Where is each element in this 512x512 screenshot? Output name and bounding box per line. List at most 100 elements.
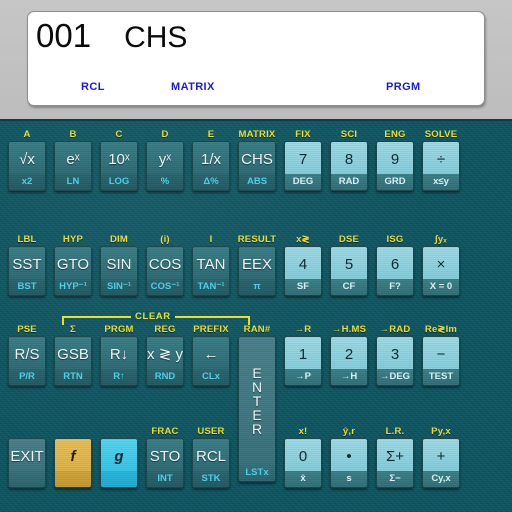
- key-face-exit: EXIT: [9, 439, 45, 473]
- key-face-run-stop: R/S: [9, 337, 45, 371]
- key-enter[interactable]: E N T E R LSTx: [238, 336, 276, 482]
- key-ten-to-x[interactable]: 10ˣ LOG: [100, 141, 138, 191]
- key-top-label-divide: SOLVE: [424, 129, 458, 140]
- display-operation: CHS: [124, 21, 188, 54]
- key-chs[interactable]: CHS ABS: [238, 141, 276, 191]
- key-x-exchange-y[interactable]: x ≷ y RND: [146, 336, 184, 386]
- key-face-sin: SIN: [101, 247, 137, 281]
- key-face-two: 2: [331, 337, 367, 371]
- key-seven[interactable]: 7 DEG: [284, 141, 322, 191]
- key-four[interactable]: 4 SF: [284, 246, 322, 296]
- key-subtract[interactable]: − TEST: [422, 336, 460, 386]
- key-sin[interactable]: SIN SIN⁻¹: [100, 246, 138, 296]
- key-top-label-gto: HYP: [62, 234, 84, 245]
- key-sub-label-divide: x≤y: [423, 174, 459, 190]
- key-two[interactable]: 2 →H: [330, 336, 368, 386]
- key-face-e-to-x: eˣ: [55, 142, 91, 176]
- key-six[interactable]: 6 F?: [376, 246, 414, 296]
- key-divide[interactable]: ÷ x≤y: [422, 141, 460, 191]
- key-e-to-x[interactable]: eˣ LN: [54, 141, 92, 191]
- key-sqrt[interactable]: √x x2: [8, 141, 46, 191]
- key-top-label-reciprocal: E: [207, 129, 215, 140]
- key-y-to-x[interactable]: yˣ%: [146, 141, 184, 191]
- key-sub-label-sin: SIN⁻¹: [101, 279, 137, 295]
- key-face-cos: COS: [147, 247, 183, 281]
- key-top-label-rcl: USER: [197, 426, 225, 437]
- key-top-label-zero: x!: [298, 426, 308, 437]
- key-nine[interactable]: 9 GRD: [376, 141, 414, 191]
- key-multiply[interactable]: × X = 0: [422, 246, 460, 296]
- key-sub-label-four: SF: [285, 279, 321, 295]
- key-sub-label-sqrt: x2: [9, 174, 45, 190]
- key-sub-label-roll-down: R↑: [101, 369, 137, 385]
- key-roll-down[interactable]: R↓ R↑: [100, 336, 138, 386]
- key-face-sst: SST: [9, 247, 45, 281]
- key-one[interactable]: 1 →P: [284, 336, 322, 386]
- key-sub-label-add: Cy,x: [423, 471, 459, 487]
- key-f-shift[interactable]: f: [54, 438, 92, 488]
- key-sub-label-rcl: STK: [193, 471, 229, 487]
- key-sub-label-eight: RAD: [331, 174, 367, 190]
- key-top-label-roll-down: PRGM: [104, 324, 134, 335]
- key-face-gto: GTO: [55, 247, 91, 281]
- key-reciprocal[interactable]: 1/x Δ%: [192, 141, 230, 191]
- key-face-f-shift: f: [55, 439, 91, 473]
- key-cos[interactable]: COS COS⁻¹: [146, 246, 184, 296]
- key-top-label-sto: FRAC: [151, 426, 179, 437]
- key-face-tan: TAN: [193, 247, 229, 281]
- annunciator-rcl: RCL: [81, 81, 105, 93]
- key-tan[interactable]: TAN TAN⁻¹: [192, 246, 230, 296]
- key-face-chs: CHS: [239, 142, 275, 176]
- keypad: CLEAR A √x x2 Beˣ LN C 10ˣ LOG Dyˣ% E 1/x Δ% MATRIX C…: [0, 119, 512, 512]
- key-sub-label-sst: BST: [9, 279, 45, 295]
- key-exit[interactable]: EXIT: [8, 438, 46, 488]
- key-rcl[interactable]: RCL STK: [192, 438, 230, 488]
- key-face-roll-down: R↓: [101, 337, 137, 371]
- key-top-label-cos: (i): [160, 234, 170, 245]
- key-sub-label-two: →H: [331, 369, 367, 385]
- key-decimal-point[interactable]: • s: [330, 438, 368, 488]
- key-top-label-backspace: PREFIX: [193, 324, 229, 335]
- key-eex[interactable]: EEX π: [238, 246, 276, 296]
- key-sub-label-subtract: TEST: [423, 369, 459, 385]
- display-main-line: 001 CHS: [36, 16, 187, 58]
- key-sigma-plus[interactable]: Σ+ Σ−: [376, 438, 414, 488]
- key-add[interactable]: + Cy,x: [422, 438, 460, 488]
- key-top-label-sigma-plus: L.R.: [385, 426, 405, 437]
- key-run-stop[interactable]: R/S P/R: [8, 336, 46, 386]
- key-sto[interactable]: STO INT: [146, 438, 184, 488]
- key-sub-label-nine: GRD: [377, 174, 413, 190]
- key-gto[interactable]: GTO HYP⁻¹: [54, 246, 92, 296]
- key-sub-label-three: →DEG: [377, 369, 413, 385]
- key-sub-label-six: F?: [377, 279, 413, 295]
- key-face-six: 6: [377, 247, 413, 281]
- key-sub-label-e-to-x: LN: [55, 174, 91, 190]
- key-face-one: 1: [285, 337, 321, 371]
- key-face-multiply: ×: [423, 247, 459, 281]
- key-face-reciprocal: 1/x: [193, 142, 229, 176]
- key-face-sigma-plus: Σ+: [377, 439, 413, 473]
- key-sub-label-tan: TAN⁻¹: [193, 279, 229, 295]
- key-sub-label-backspace: CLx: [193, 369, 229, 385]
- key-three[interactable]: 3 →DEG: [376, 336, 414, 386]
- key-sub-label-y-to-x: %: [147, 174, 183, 190]
- key-top-label-decimal-point: ŷ,r: [342, 426, 356, 437]
- key-sub-label-sigma-plus: Σ−: [377, 471, 413, 487]
- key-face-zero: 0: [285, 439, 321, 473]
- key-top-label-enter: RAN#: [243, 324, 271, 335]
- key-g-shift[interactable]: g: [100, 438, 138, 488]
- key-backspace[interactable]: ← CLx: [192, 336, 230, 386]
- key-sst[interactable]: SST BST: [8, 246, 46, 296]
- key-eight[interactable]: 8 RAD: [330, 141, 368, 191]
- key-top-label-tan: I: [209, 234, 213, 245]
- lcd-display[interactable]: 001 CHS RCL MATRIX PRGM: [27, 11, 485, 106]
- key-top-label-five: DSE: [338, 234, 360, 245]
- key-face-rcl: RCL: [193, 439, 229, 473]
- key-face-x-exchange-y: x ≷ y: [147, 337, 183, 371]
- key-five[interactable]: 5 CF: [330, 246, 368, 296]
- key-top-label-sst: LBL: [17, 234, 37, 245]
- key-gsb[interactable]: GSB RTN: [54, 336, 92, 386]
- key-sub-label-reciprocal: Δ%: [193, 174, 229, 190]
- key-face-add: +: [423, 439, 459, 473]
- key-zero[interactable]: 0 x̄: [284, 438, 322, 488]
